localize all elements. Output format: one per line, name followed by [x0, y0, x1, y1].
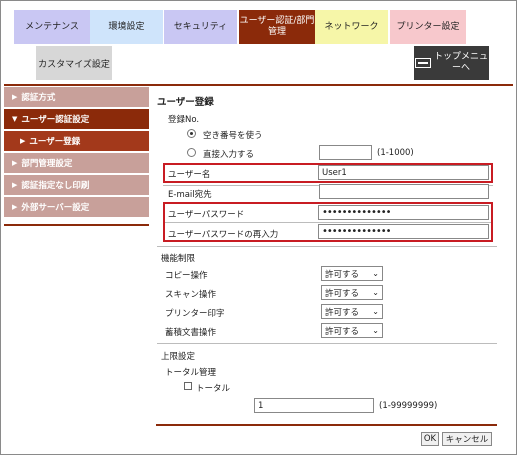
tab-label: ネットワーク [324, 21, 379, 32]
copy-label: コピー操作 [165, 271, 208, 281]
row-separator [165, 222, 491, 223]
reg-no-input[interactable] [319, 145, 372, 160]
sidebar-item-label: 認証指定なし印刷 [21, 181, 90, 191]
radio-use-free-number-label: 空き番号を使う [203, 131, 263, 141]
section-separator [157, 246, 497, 247]
password-input[interactable]: •••••••••••••• [318, 205, 489, 220]
menu-icon [414, 58, 431, 68]
radio-direct-input-label: 直接入力する [203, 150, 255, 160]
top-menu-button[interactable]: トップメニュ ーへ [414, 46, 489, 80]
radio-direct-input[interactable] [187, 148, 196, 157]
total-range: (1-99999999) [379, 401, 438, 411]
func-limit-title: 機能制限 [161, 254, 196, 264]
chevron-down-icon: ⌄ [372, 326, 379, 335]
tab-label: メンテナンス [25, 21, 79, 32]
sidebar-item-label: ユーザー登録 [29, 137, 81, 147]
password-re-input[interactable]: •••••••••••••• [318, 224, 489, 239]
sidebar-item-auth-method[interactable]: ▶ 認証方式 [4, 87, 149, 107]
chevron-down-icon: ⌄ [372, 307, 379, 316]
sidebar-item-label: 部門管理設定 [21, 159, 73, 169]
footer-divider [156, 424, 497, 426]
section-separator [157, 343, 497, 344]
sidebar-item-label: ユーザー認証設定 [21, 115, 90, 125]
chevron-down-icon: ⌄ [372, 288, 379, 297]
sidebar-item-label: 認証方式 [21, 93, 56, 103]
total-checkbox[interactable] [184, 382, 192, 390]
cancel-button[interactable]: キャンセル [442, 432, 492, 446]
total-input[interactable]: 1 [254, 398, 374, 413]
email-label: E-mail宛先 [168, 190, 212, 200]
sidebar-divider [4, 224, 149, 226]
caret-right-icon: ▶ [12, 203, 18, 211]
tab-customize-label: カスタマイズ設定 [38, 59, 110, 70]
sidebar-item-label: 外部サーバー設定 [21, 203, 90, 213]
tab-5[interactable]: プリンター設定 [390, 10, 466, 44]
reg-no-label: 登録No. [168, 115, 200, 125]
reg-no-range: (1-1000) [377, 148, 414, 158]
scan-select-value: 許可する [325, 288, 360, 299]
caret-right-icon: ▶ [20, 137, 26, 145]
tab-4[interactable]: ネットワーク [315, 10, 388, 44]
tab-2[interactable]: セキュリティ [164, 10, 237, 44]
sidebar-item-user-registration[interactable]: ▶ ユーザー登録 [4, 131, 149, 151]
top-menu-label: トップメニュ ーへ [433, 52, 488, 73]
app-frame: メンテナンス 環境設定 セキュリティ ユーザー認証/部門 管理 ネットワーク プリンター設… [0, 0, 517, 455]
chevron-down-icon: ⌄ [372, 269, 379, 278]
password-label: ユーザーパスワード [168, 210, 245, 220]
tab-3[interactable]: ユーザー認証/部門 管理 [239, 10, 315, 44]
print-select-value: 許可する [325, 307, 360, 318]
tab-label: 環境設定 [108, 21, 145, 32]
sidebar-item-external-server[interactable]: ▶ 外部サーバー設定 [4, 197, 149, 217]
sidebar-item-dept-settings[interactable]: ▶ 部門管理設定 [4, 153, 149, 173]
tab-label: セキュリティ [173, 21, 228, 32]
print-label: プリンター印字 [165, 309, 225, 319]
radio-use-free-number[interactable] [187, 129, 196, 138]
caret-right-icon: ▶ [12, 181, 18, 189]
box-select-value: 許可する [325, 326, 360, 337]
tab-0[interactable]: メンテナンス [14, 10, 90, 44]
caret-down-icon: ▼ [12, 115, 18, 123]
tab-customize[interactable]: カスタマイズ設定 [36, 46, 112, 80]
caret-right-icon: ▶ [12, 159, 18, 167]
username-label: ユーザー名 [168, 170, 211, 180]
page-title: ユーザー登録 [157, 97, 214, 108]
header-divider [4, 84, 513, 86]
total-checkbox-label: トータル [196, 384, 231, 394]
ok-button[interactable]: OK [421, 432, 439, 446]
caret-right-icon: ▶ [12, 93, 18, 101]
copy-select-value: 許可する [325, 269, 360, 280]
tab-label: プリンター設定 [396, 21, 460, 32]
scan-label: スキャン操作 [165, 290, 217, 300]
limit-title: 上限設定 [161, 352, 196, 362]
username-input[interactable]: User1 [318, 165, 489, 180]
password-re-label: ユーザーパスワードの再入力 [168, 230, 279, 240]
total-mgmt-label: トータル管理 [165, 368, 217, 378]
email-input[interactable] [319, 184, 489, 199]
tab-1[interactable]: 環境設定 [90, 10, 163, 44]
sidebar-item-user-auth-settings[interactable]: ▼ ユーザー認証設定 [4, 109, 149, 129]
scan-select[interactable]: 許可する ⌄ [321, 285, 383, 300]
copy-select[interactable]: 許可する ⌄ [321, 266, 383, 281]
print-select[interactable]: 許可する ⌄ [321, 304, 383, 319]
box-label: 蓄積文書操作 [165, 328, 217, 338]
box-select[interactable]: 許可する ⌄ [321, 323, 383, 338]
tab-label: ユーザー認証/部門 管理 [239, 16, 315, 37]
sidebar-item-no-auth-print[interactable]: ▶ 認証指定なし印刷 [4, 175, 149, 195]
